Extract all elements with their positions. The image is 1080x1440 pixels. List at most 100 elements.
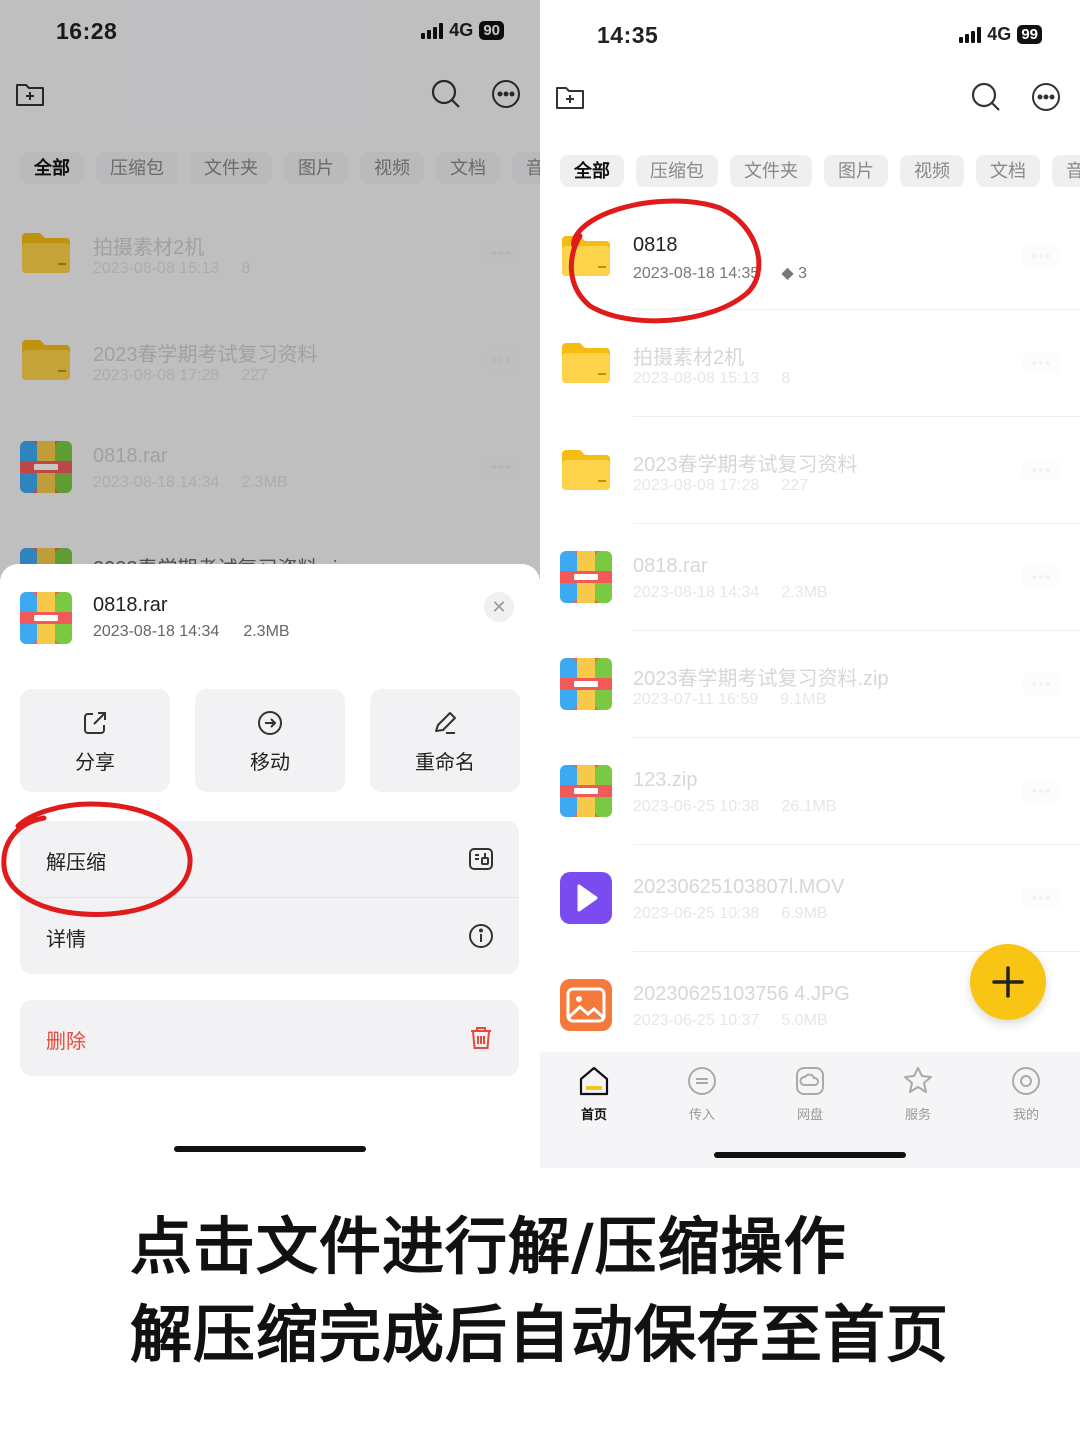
share-label: 分享	[75, 752, 115, 774]
trash-icon	[471, 1027, 491, 1049]
home-indicator	[174, 1146, 366, 1152]
plus-icon	[992, 966, 1024, 998]
import-icon	[688, 1067, 716, 1095]
nav-import[interactable]: 传入	[672, 1064, 732, 1123]
sheet-file-meta: 2023-08-18 14:34 2.3MB	[93, 623, 290, 640]
file-name: 2023春学期考试复习资料	[633, 454, 858, 476]
more-options-icon[interactable]	[1022, 566, 1060, 588]
bottom-nav: 首页 传入 网盘 服务 我的	[540, 1052, 1080, 1168]
sheet-file-name: 0818.rar	[93, 594, 168, 616]
file-meta: 2023-08-18 14:35 ◆ 3	[633, 265, 807, 282]
action-cards: 分享 移动 重命名	[20, 689, 520, 792]
file-name: 20230625103807l.MOV	[633, 876, 845, 898]
list-item[interactable]: 0818.rar 2023-08-18 14:34 2.3MB	[540, 524, 1080, 631]
status-indicators: 4G 99	[959, 24, 1042, 45]
top-toolbar	[540, 73, 1080, 123]
nav-home-label: 首页	[580, 1107, 607, 1122]
file-name: 2023春学期考试复习资料.zip	[633, 668, 889, 690]
profile-icon	[1012, 1067, 1040, 1095]
file-meta: 2023-08-08 17:28 227	[633, 477, 809, 494]
search-icon[interactable]	[968, 79, 1004, 115]
file-meta: 2023-08-08 15:13 8	[633, 370, 791, 387]
video-file-icon	[560, 872, 612, 924]
rename-icon	[435, 712, 456, 734]
nav-profile-label: 我的	[1012, 1107, 1039, 1122]
file-name: 拍摄素材2机	[633, 347, 745, 369]
tab-archives[interactable]: 压缩包	[636, 155, 718, 187]
details-label: 详情	[46, 929, 86, 951]
list-item[interactable]: 2023春学期考试复习资料.zip 2023-07-11 16:59 9.1MB	[540, 631, 1080, 738]
caption-line-2: 解压缩完成后自动保存至首页	[130, 1298, 950, 1371]
network-label: 4G	[987, 24, 1012, 44]
file-meta: 2023-08-18 14:34 2.3MB	[633, 584, 828, 601]
more-menu-icon[interactable]	[1028, 79, 1064, 115]
cloud-drive-icon	[796, 1067, 824, 1095]
new-folder-icon[interactable]	[552, 79, 588, 115]
folder-icon	[562, 450, 610, 490]
tab-audio[interactable]: 音	[1052, 155, 1080, 187]
info-icon	[469, 924, 493, 948]
caption-line-1: 点击文件进行解/压缩操作	[130, 1210, 847, 1283]
left-screen: 16:28 4G 90 全部 压缩包 文件夹 图片 视频 文档 音 拍摄素材2机…	[0, 0, 540, 1168]
image-file-icon	[560, 979, 612, 1031]
unzip-label: 解压缩	[46, 852, 106, 874]
archive-icon	[560, 765, 612, 817]
nav-cloud[interactable]: 网盘	[780, 1064, 840, 1123]
close-icon[interactable]: ✕	[484, 592, 514, 622]
delete-button[interactable]: 删除	[20, 1000, 519, 1076]
tab-images[interactable]: 图片	[824, 155, 888, 187]
more-options-icon[interactable]	[1022, 459, 1060, 481]
tab-videos[interactable]: 视频	[900, 155, 964, 187]
file-meta: 2023-07-11 16:59 9.1MB	[633, 691, 827, 708]
share-icon	[84, 712, 106, 734]
file-action-sheet: 0818.rar 2023-08-18 14:34 2.3MB ✕ 分享 移动 重…	[0, 564, 540, 1168]
list-item[interactable]: 拍摄素材2机 2023-08-08 15:13 8	[540, 310, 1080, 417]
sheet-menu: 解压缩 详情	[20, 821, 519, 974]
nav-home[interactable]: 首页	[564, 1064, 624, 1123]
add-button[interactable]	[970, 944, 1046, 1020]
signal-icon	[959, 26, 982, 43]
battery-icon: 99	[1017, 25, 1042, 44]
more-options-icon[interactable]	[1022, 673, 1060, 695]
share-button[interactable]: 分享	[20, 689, 170, 792]
list-item[interactable]: 20230625103807l.MOV 2023-06-25 10:38 6.9M…	[540, 845, 1080, 952]
archive-icon	[560, 658, 612, 710]
tab-all[interactable]: 全部	[560, 155, 624, 187]
rename-button[interactable]: 重命名	[370, 689, 520, 792]
service-icon	[904, 1067, 932, 1093]
unzip-icon	[469, 848, 493, 870]
tab-documents[interactable]: 文档	[976, 155, 1040, 187]
file-meta: 2023-06-25 10:38 26.1MB	[633, 798, 837, 815]
list-item[interactable]: 2023春学期考试复习资料 2023-08-08 17:28 227	[540, 417, 1080, 524]
home-indicator	[714, 1152, 906, 1158]
more-options-icon[interactable]	[1022, 352, 1060, 374]
more-options-icon[interactable]	[1022, 780, 1060, 802]
nav-profile[interactable]: 我的	[996, 1064, 1056, 1123]
file-name: 123.zip	[633, 769, 698, 791]
move-icon	[258, 711, 282, 735]
nav-service[interactable]: 服务	[888, 1064, 948, 1123]
nav-cloud-label: 网盘	[796, 1107, 823, 1122]
tab-folders[interactable]: 文件夹	[730, 155, 812, 187]
nav-import-label: 传入	[688, 1107, 715, 1122]
rename-label: 重命名	[415, 752, 475, 774]
status-time: 14:35	[597, 22, 659, 48]
archive-icon	[560, 551, 612, 603]
folder-icon	[562, 343, 610, 383]
nav-service-label: 服务	[904, 1107, 931, 1122]
list-item[interactable]: 0818 2023-08-18 14:35 ◆ 3	[540, 203, 1080, 310]
file-meta: 2023-06-25 10:37 5.0MB	[633, 1012, 828, 1029]
details-menu-item[interactable]: 详情	[20, 898, 519, 974]
move-button[interactable]: 移动	[195, 689, 345, 792]
unzip-menu-item[interactable]: 解压缩	[20, 821, 519, 897]
filter-tabs: 全部 压缩包 文件夹 图片 视频 文档 音	[560, 155, 1080, 187]
file-name: 0818.rar	[633, 555, 708, 577]
status-bar: 14:35 4G 99	[540, 0, 1080, 60]
archive-icon	[20, 592, 72, 644]
move-label: 移动	[250, 752, 290, 774]
more-options-icon[interactable]	[1022, 887, 1060, 909]
more-options-icon[interactable]	[1022, 245, 1060, 267]
home-icon	[579, 1066, 609, 1096]
file-name: 0818	[633, 234, 678, 256]
list-item[interactable]: 123.zip 2023-06-25 10:38 26.1MB	[540, 738, 1080, 845]
